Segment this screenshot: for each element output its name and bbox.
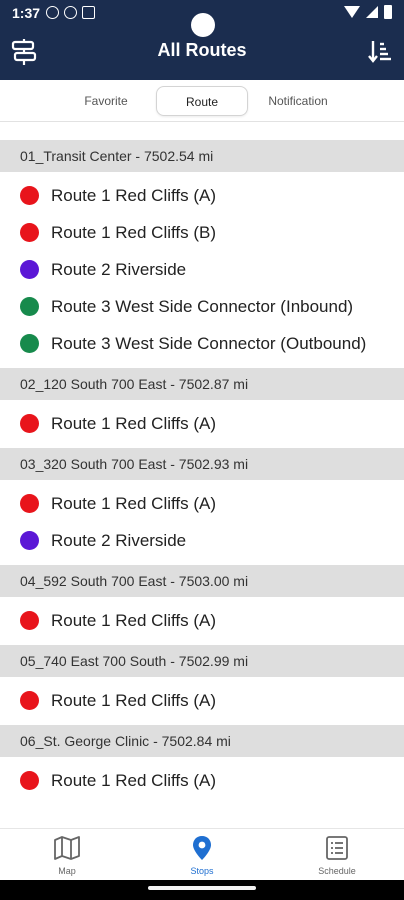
route-list-item[interactable]: Route 1 Red Cliffs (A) — [0, 762, 404, 799]
stop-route-group: Route 1 Red Cliffs (A) — [0, 597, 404, 645]
route-list-item[interactable]: Route 1 Red Cliffs (B) — [0, 214, 404, 251]
route-color-dot-icon — [20, 297, 39, 316]
system-gesture-area — [0, 880, 404, 900]
nav-stops-label: Stops — [190, 866, 214, 876]
wifi-icon — [344, 6, 360, 18]
route-color-dot-icon — [20, 531, 39, 550]
camera-cutout — [191, 13, 215, 37]
tab-favorite[interactable]: Favorite — [68, 86, 144, 116]
bottom-navigation: Map Stops Schedule — [0, 828, 404, 880]
info-icon — [46, 6, 59, 19]
tab-route[interactable]: Route — [156, 86, 248, 116]
nav-map[interactable]: Map — [0, 829, 134, 881]
stop-route-group: Route 1 Red Cliffs (A) Route 1 Red Cliffs… — [0, 172, 404, 368]
route-name: Route 1 Red Cliffs (A) — [51, 770, 217, 790]
route-name: Route 3 West Side Connector (Inbound) — [51, 296, 354, 316]
app-header: 1:37 All Routes — [0, 0, 404, 80]
route-color-dot-icon — [20, 414, 39, 433]
nav-stops[interactable]: Stops — [135, 829, 269, 881]
stop-route-group: Route 1 Red Cliffs (A) — [0, 400, 404, 448]
stop-section-header: 06_St. George Clinic - 7502.84 mi — [0, 725, 404, 757]
route-color-dot-icon — [20, 260, 39, 279]
tab-notification[interactable]: Notification — [256, 86, 340, 116]
route-name: Route 2 Riverside — [51, 530, 187, 550]
route-list-item[interactable]: Route 1 Red Cliffs (A) — [0, 602, 404, 639]
nav-schedule[interactable]: Schedule — [270, 829, 404, 881]
battery-icon — [384, 5, 392, 19]
stop-route-group: Route 1 Red Cliffs (A) — [0, 677, 404, 725]
sort-button[interactable] — [366, 38, 394, 66]
status-system-icons — [344, 5, 392, 19]
route-name: Route 2 Riverside — [51, 259, 187, 279]
route-name: Route 1 Red Cliffs (A) — [51, 610, 217, 630]
route-color-dot-icon — [20, 771, 39, 790]
stop-section-header: 04_592 South 700 East - 7503.00 mi — [0, 565, 404, 597]
route-name: Route 1 Red Cliffs (A) — [51, 690, 217, 710]
nav-map-label: Map — [58, 866, 76, 876]
route-list-item[interactable]: Route 1 Red Cliffs (A) — [0, 682, 404, 719]
status-time: 1:37 — [12, 5, 41, 21]
tab-bar: Favorite Route Notification — [0, 80, 404, 122]
app-notification-icon — [82, 6, 95, 19]
page-title: All Routes — [157, 40, 247, 60]
route-name: Route 1 Red Cliffs (A) — [51, 185, 217, 205]
route-list-item[interactable]: Route 2 Riverside — [0, 522, 404, 559]
status-bar: 1:37 — [0, 0, 404, 37]
route-list-item[interactable]: Route 1 Red Cliffs (A) — [0, 177, 404, 214]
route-list-item[interactable]: Route 3 West Side Connector (Outbound) — [0, 325, 404, 362]
route-name: Route 3 West Side Connector (Outbound) — [51, 333, 367, 353]
route-color-dot-icon — [20, 611, 39, 630]
signal-icon — [366, 6, 378, 18]
map-icon — [54, 836, 80, 860]
route-list-item[interactable]: Route 2 Riverside — [0, 251, 404, 288]
nav-schedule-label: Schedule — [318, 866, 356, 876]
app-screen: 1:37 All Routes Favorite Route Notificat… — [0, 0, 404, 900]
route-name: Route 1 Red Cliffs (A) — [51, 413, 217, 433]
route-name: Route 1 Red Cliffs (B) — [51, 222, 217, 242]
route-color-dot-icon — [20, 691, 39, 710]
route-color-dot-icon — [20, 186, 39, 205]
route-name: Route 1 Red Cliffs (A) — [51, 493, 217, 513]
route-list-item[interactable]: Route 1 Red Cliffs (A) — [0, 485, 404, 522]
route-list-item[interactable]: Route 3 West Side Connector (Inbound) — [0, 288, 404, 325]
shield-icon — [64, 6, 77, 19]
stop-route-group: Route 1 Red Cliffs (A) — [0, 757, 404, 805]
route-color-dot-icon — [20, 494, 39, 513]
stop-route-list[interactable]: 01_Transit Center - 7502.54 mi Route 1 Re… — [0, 140, 404, 828]
stop-section-header: 03_320 South 700 East - 7502.93 mi — [0, 448, 404, 480]
status-notification-icons — [46, 6, 95, 19]
route-color-dot-icon — [20, 334, 39, 353]
stop-section-header: 02_120 South 700 East - 7502.87 mi — [0, 368, 404, 400]
home-gesture-bar[interactable] — [148, 886, 256, 890]
stop-section-header: 01_Transit Center - 7502.54 mi — [0, 140, 404, 172]
route-color-dot-icon — [20, 223, 39, 242]
stop-section-header: 05_740 East 700 South - 7502.99 mi — [0, 645, 404, 677]
route-list-item[interactable]: Route 1 Red Cliffs (A) — [0, 405, 404, 442]
location-pin-icon — [193, 836, 211, 860]
stop-route-group: Route 1 Red Cliffs (A) Route 2 Riverside — [0, 480, 404, 565]
sort-icon — [368, 41, 391, 63]
schedule-list-icon — [326, 836, 348, 860]
